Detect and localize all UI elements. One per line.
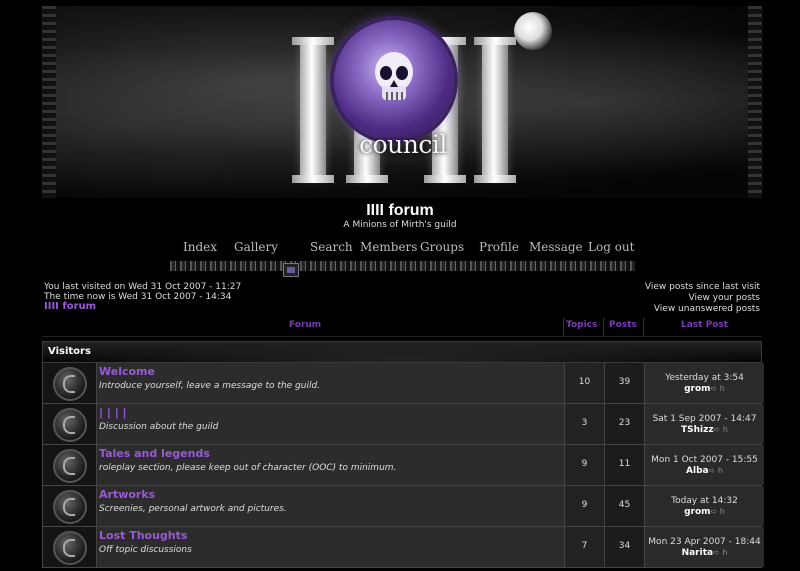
category-header: Visitors xyxy=(42,341,762,363)
last-post-date: Sat 1 Sep 2007 - 14:47 xyxy=(652,414,757,424)
link-unanswered-posts[interactable]: View unanswered posts xyxy=(645,304,760,315)
forum-description: roleplay section, please keep out of cha… xyxy=(99,463,397,473)
logo-text: council xyxy=(359,130,447,159)
header-forum: Forum xyxy=(289,320,322,330)
header-divider xyxy=(643,318,644,336)
topic-count: 7 xyxy=(581,541,588,551)
main-navigation: Index Gallery Search Members Groups Prof… xyxy=(170,236,635,262)
banner-border-right xyxy=(748,6,762,198)
nav-profile[interactable]: Profile xyxy=(479,240,519,254)
nav-logout[interactable]: Log out xyxy=(588,240,634,254)
link-posts-since-last-visit[interactable]: View posts since last visit xyxy=(645,282,760,293)
forum-link[interactable]: Tales and legends xyxy=(99,447,210,460)
logo-pillar-4 xyxy=(474,37,516,183)
table-row: Lost Thoughts Off topic discussions 7 34… xyxy=(43,527,764,568)
last-post-user[interactable]: Alba xyxy=(686,466,709,476)
goto-last-post-icon[interactable]: ➪ h xyxy=(714,425,728,434)
banner-border-left xyxy=(42,6,56,198)
skull-seal-logo xyxy=(334,20,454,140)
post-count: 11 xyxy=(618,459,631,469)
site-title[interactable]: IIII forum xyxy=(0,202,800,220)
quick-links: View posts since last visit View your po… xyxy=(645,282,760,315)
nav-groups[interactable]: Groups xyxy=(420,240,464,254)
moon-image xyxy=(514,12,552,50)
nav-members[interactable]: Members xyxy=(360,240,417,254)
last-post-user[interactable]: Narita xyxy=(682,548,714,558)
table-header: Forum Topics Posts Last Post xyxy=(42,318,762,337)
header-topics: Topics xyxy=(566,320,598,330)
session-info: You last visited on Wed 31 Oct 2007 - 11… xyxy=(44,282,241,312)
header-banner: council xyxy=(42,6,762,198)
last-post-date: Yesterday at 3:54 xyxy=(665,373,744,383)
goto-last-post-icon[interactable]: ➪ h xyxy=(709,466,723,475)
post-count: 39 xyxy=(618,377,631,387)
picture-icon[interactable] xyxy=(283,263,299,277)
goto-last-post-icon[interactable]: ➪ h xyxy=(711,384,725,393)
last-visit-text: You last visited on Wed 31 Oct 2007 - 11… xyxy=(44,282,242,292)
topic-count: 3 xyxy=(581,418,588,428)
forum-status-icon xyxy=(53,367,87,401)
forum-rows: Welcome Introduce yourself, leave a mess… xyxy=(42,363,764,568)
nav-ornament-divider xyxy=(170,261,635,271)
topic-count: 10 xyxy=(578,377,591,387)
table-row: Welcome Introduce yourself, leave a mess… xyxy=(43,363,764,404)
table-row: Tales and legends roleplay section, plea… xyxy=(43,445,764,486)
header-divider xyxy=(563,318,564,336)
post-count: 34 xyxy=(618,541,631,551)
logo-pillar-1 xyxy=(292,37,334,183)
forum-status-icon xyxy=(53,449,87,483)
table-row: | | | | Discussion about the guild 3 23 … xyxy=(43,404,764,445)
site-description: A Minions of Mirth's guild xyxy=(343,220,457,230)
forum-table: Forum Topics Posts Last Post Visitors We… xyxy=(42,318,764,568)
forum-link[interactable]: Artworks xyxy=(99,488,155,501)
last-post-user[interactable]: grom xyxy=(684,507,710,517)
link-your-posts[interactable]: View your posts xyxy=(645,293,760,304)
header-posts: Posts xyxy=(609,320,637,330)
nav-gallery[interactable]: Gallery xyxy=(234,240,278,254)
last-post-date: Mon 23 Apr 2007 - 18:44 xyxy=(648,537,761,547)
forum-description: Discussion about the guild xyxy=(99,422,219,432)
last-post-date: Today at 14:32 xyxy=(671,496,738,506)
forum-description: Introduce yourself, leave a message to t… xyxy=(99,381,321,391)
goto-last-post-icon[interactable]: ➪ h xyxy=(713,548,727,557)
nav-message[interactable]: Message xyxy=(529,240,583,254)
last-post-date: Mon 1 Oct 2007 - 15:55 xyxy=(651,455,758,465)
post-count: 23 xyxy=(618,418,631,428)
topic-count: 9 xyxy=(581,459,588,469)
forum-link[interactable]: Welcome xyxy=(99,365,155,378)
forum-status-icon xyxy=(53,408,87,442)
last-post-user[interactable]: TShizz xyxy=(681,425,714,435)
forum-link[interactable]: | | | | xyxy=(99,406,127,419)
header-last-post: Last Post xyxy=(681,320,729,330)
forum-description: Screenies, personal artwork and pictures… xyxy=(99,504,287,514)
header-divider xyxy=(603,318,604,336)
post-count: 45 xyxy=(618,500,631,510)
topic-count: 9 xyxy=(581,500,588,510)
skull-icon xyxy=(375,52,413,100)
forum-status-icon xyxy=(53,490,87,524)
nav-index[interactable]: Index xyxy=(183,240,217,254)
goto-last-post-icon[interactable]: ➪ h xyxy=(711,507,725,516)
forum-link[interactable]: Lost Thoughts xyxy=(99,529,187,542)
last-post-user[interactable]: grom xyxy=(684,384,710,394)
forum-description: Off topic discussions xyxy=(99,545,192,555)
forum-status-icon xyxy=(53,531,87,565)
table-row: Artworks Screenies, personal artwork and… xyxy=(43,486,764,527)
nav-search[interactable]: Search xyxy=(310,240,353,254)
category-title[interactable]: Visitors xyxy=(48,346,91,357)
breadcrumb[interactable]: IIII forum xyxy=(44,302,241,312)
